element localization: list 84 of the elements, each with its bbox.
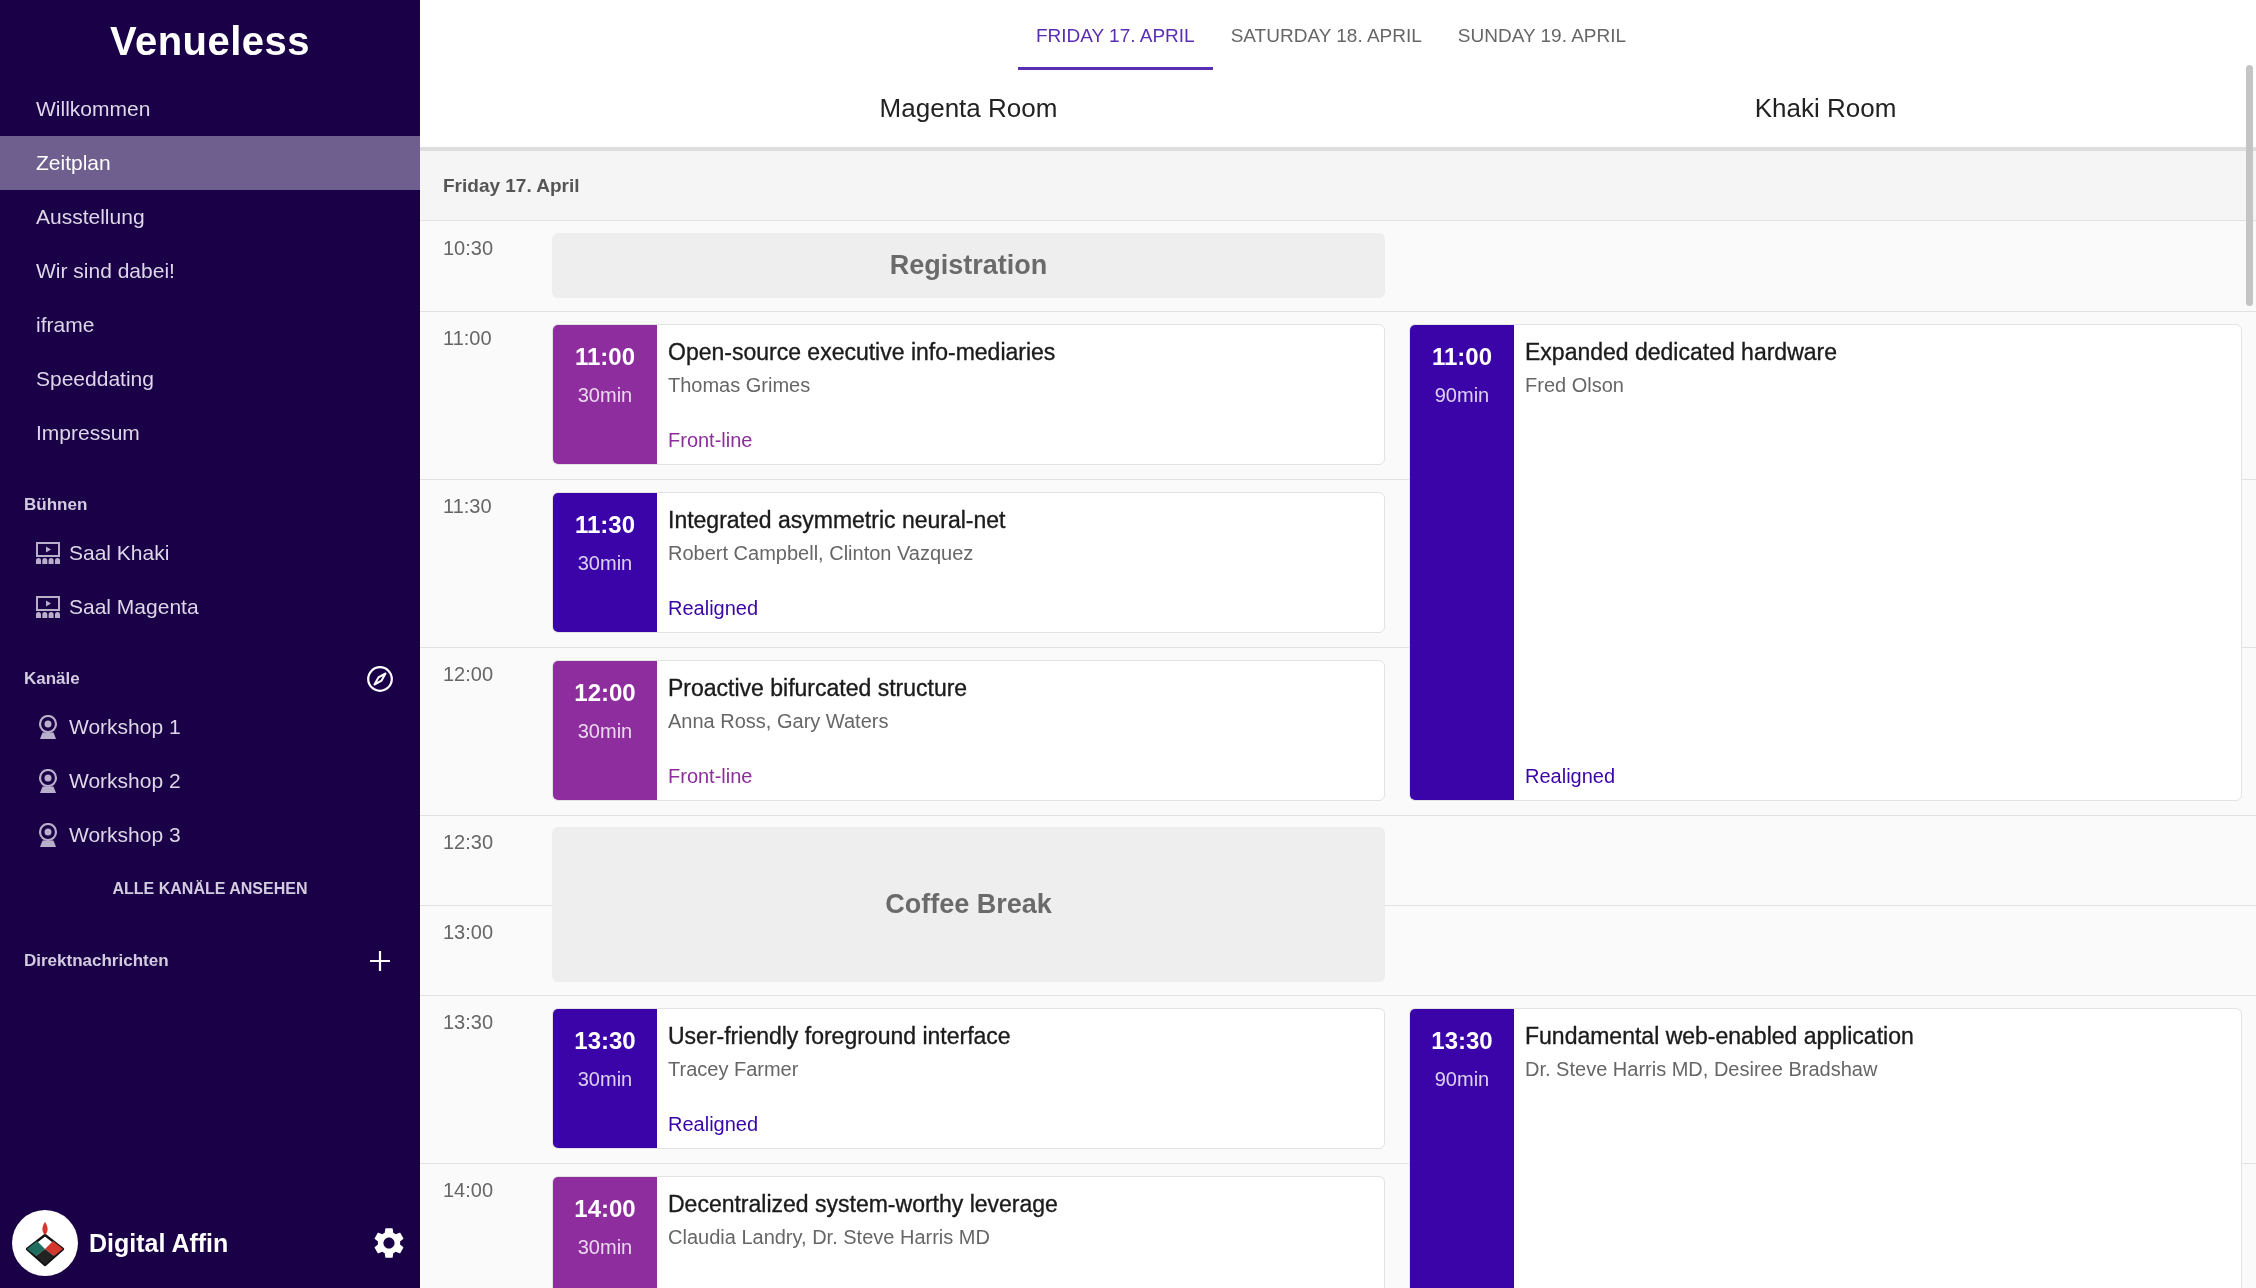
view-all-channels-link[interactable]: ALLE KANÄLE ANSEHEN bbox=[112, 880, 308, 898]
session-title: Open-source executive info-mediaries bbox=[668, 338, 1056, 366]
start-time: 11:00 bbox=[1431, 342, 1493, 372]
nav-item[interactable]: Wir sind dabei! bbox=[0, 244, 420, 298]
session-card[interactable]: 13:30 90min Fundamental web-enabled application Dr. Steve Harris MD, Desiree Bradshaw bbox=[1409, 1008, 2242, 1288]
duration-label: 30min bbox=[577, 719, 633, 743]
screen-play-icon bbox=[36, 596, 60, 618]
track-label: Realigned bbox=[668, 596, 759, 621]
webcam-icon bbox=[38, 823, 58, 847]
time-label: 13:00 bbox=[443, 920, 494, 944]
room-heading: Magenta Room bbox=[879, 93, 1058, 124]
duration-label: 30min bbox=[577, 383, 633, 407]
stage-link[interactable]: Saal Magenta bbox=[0, 580, 420, 634]
start-time: 11:30 bbox=[574, 510, 636, 540]
app-logo: Venueless bbox=[109, 21, 311, 61]
session-card[interactable]: 12:00 30min Proactive bifurcated structure Anna Ross, Gary Waters Front-line bbox=[552, 660, 1385, 801]
session-card[interactable]: 11:30 30min Integrated asymmetric neural-net Robert Campbell, Clinton Vazquez Realigned bbox=[552, 492, 1385, 633]
time-label: 11:00 bbox=[443, 326, 492, 350]
nav-item[interactable]: Speeddating bbox=[0, 352, 420, 406]
break-block: Coffee Break bbox=[552, 827, 1385, 982]
start-time: 13:30 bbox=[1431, 1026, 1493, 1056]
nav-item[interactable]: Ausstellung bbox=[0, 190, 420, 244]
speaker-names: Robert Campbell, Clinton Vazquez bbox=[668, 541, 974, 566]
session-title: Decentralized system-worthy leverage bbox=[668, 1190, 1058, 1218]
nav-item[interactable]: Zeitplan bbox=[0, 136, 420, 190]
track-label: Realigned bbox=[668, 1112, 759, 1137]
section-heading: Bühnen bbox=[24, 495, 88, 515]
track-label: Front-line bbox=[668, 428, 753, 453]
session-card[interactable]: 13:30 30min User-friendly foreground interface Tracey Farmer Realigned bbox=[552, 1008, 1385, 1149]
session-title: User-friendly foreground interface bbox=[668, 1022, 1011, 1050]
day-tab[interactable]: SATURDAY 18. APRIL bbox=[1212, 0, 1440, 70]
plus-icon[interactable] bbox=[370, 951, 390, 971]
webcam-icon bbox=[38, 769, 58, 793]
day-tab[interactable]: SUNDAY 19. APRIL bbox=[1439, 0, 1645, 70]
compass-icon[interactable] bbox=[367, 666, 393, 692]
session-title: Expanded dedicated hardware bbox=[1525, 338, 1837, 366]
channel-link[interactable]: Workshop 2 bbox=[0, 754, 420, 808]
start-time: 12:00 bbox=[574, 678, 636, 708]
speaker-names: Dr. Steve Harris MD, Desiree Bradshaw bbox=[1525, 1057, 1878, 1082]
settings-icon[interactable] bbox=[374, 1228, 404, 1258]
nav-item[interactable]: iframe bbox=[0, 298, 420, 352]
speaker-names: Thomas Grimes bbox=[668, 373, 811, 398]
screen-play-icon bbox=[36, 542, 60, 564]
session-title: Proactive bifurcated structure bbox=[668, 674, 968, 702]
channel-link[interactable]: Workshop 1 bbox=[0, 700, 420, 754]
section-heading: Kanäle bbox=[24, 669, 80, 689]
duration-label: 30min bbox=[577, 1067, 633, 1091]
time-label: 10:30 bbox=[443, 236, 494, 260]
track-label: Realigned bbox=[1525, 764, 1616, 789]
time-label: 11:30 bbox=[443, 494, 492, 518]
speaker-names: Fred Olson bbox=[1525, 373, 1624, 398]
speaker-names: Anna Ross, Gary Waters bbox=[668, 709, 889, 734]
time-label: 13:30 bbox=[443, 1010, 494, 1034]
session-card[interactable]: 14:00 30min Decentralized system-worthy leverage Claudia Landry, Dr. Steve Harris MD bbox=[552, 1176, 1385, 1288]
nav-item[interactable]: Willkommen bbox=[0, 82, 420, 136]
time-label: 14:00 bbox=[443, 1178, 494, 1202]
duration-label: 30min bbox=[577, 551, 633, 575]
day-heading: Friday 17. April bbox=[420, 151, 2256, 221]
room-heading: Khaki Room bbox=[1754, 93, 1897, 124]
track-label: Front-line bbox=[668, 764, 753, 789]
session-title: Integrated asymmetric neural-net bbox=[668, 506, 1006, 534]
start-time: 14:00 bbox=[574, 1194, 636, 1224]
duration-label: 30min bbox=[577, 1235, 633, 1259]
session-card[interactable]: 11:00 30min Open-source executive info-mediaries Thomas Grimes Front-line bbox=[552, 324, 1385, 465]
start-time: 11:00 bbox=[574, 342, 636, 372]
speaker-names: Claudia Landry, Dr. Steve Harris MD bbox=[668, 1225, 990, 1250]
duration-label: 90min bbox=[1434, 1067, 1490, 1091]
user-name: Digital Affin bbox=[89, 1228, 229, 1258]
section-heading: Direktnachrichten bbox=[24, 951, 169, 971]
channel-link[interactable]: Workshop 3 bbox=[0, 808, 420, 862]
scrollbar-thumb[interactable] bbox=[2246, 65, 2253, 306]
time-label: 12:30 bbox=[443, 830, 494, 854]
nav-item[interactable]: Impressum bbox=[0, 406, 420, 460]
speaker-names: Tracey Farmer bbox=[668, 1057, 799, 1082]
session-title: Fundamental web-enabled application bbox=[1525, 1022, 1914, 1050]
break-block: Registration bbox=[552, 233, 1385, 298]
diamond-logo-icon bbox=[12, 1210, 78, 1276]
webcam-icon bbox=[38, 715, 58, 739]
stage-link[interactable]: Saal Khaki bbox=[0, 526, 420, 580]
duration-label: 90min bbox=[1434, 383, 1490, 407]
day-tab[interactable]: FRIDAY 17. APRIL bbox=[1017, 0, 1213, 70]
time-label: 12:00 bbox=[443, 662, 494, 686]
session-card[interactable]: 11:00 90min Expanded dedicated hardware Fred Olson Realigned bbox=[1409, 324, 2242, 801]
start-time: 13:30 bbox=[574, 1026, 636, 1056]
